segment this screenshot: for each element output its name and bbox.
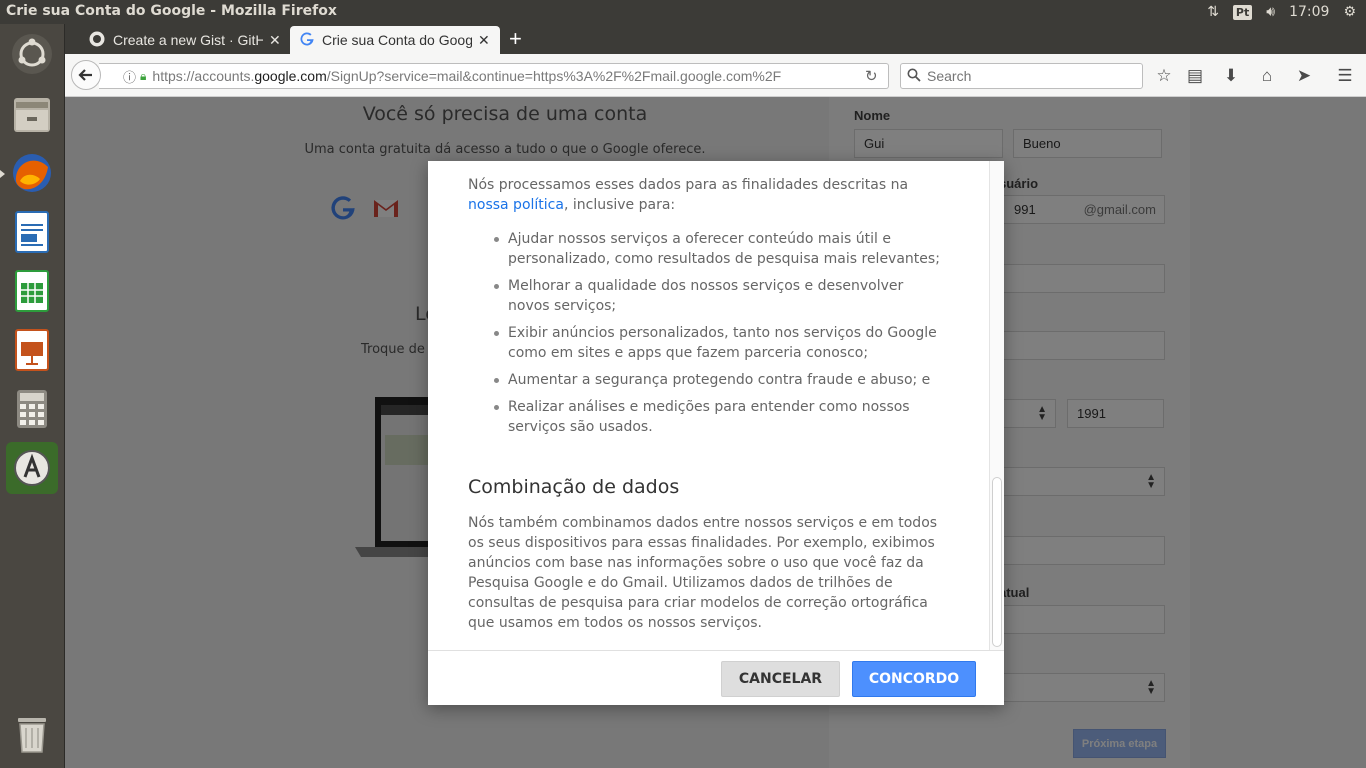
purposes-list: Ajudar nossos serviços a oferecer conteú… (494, 229, 948, 437)
launcher (0, 24, 65, 768)
volume-icon[interactable]: 🔊︎ (1266, 4, 1275, 20)
software-updater-icon[interactable] (6, 442, 58, 494)
impress-icon[interactable] (6, 324, 58, 376)
tab-bar: Create a new Gist · GitHub ✕ Crie sua Co… (65, 24, 1366, 54)
dialog-scroll-content[interactable]: Nós processamos esses dados para as fina… (428, 161, 988, 650)
tab-google-signup[interactable]: Crie sua Conta do Google ✕ (290, 26, 500, 54)
window-title: Crie sua Conta do Google - Mozilla Firef… (6, 3, 337, 19)
downloads-icon[interactable]: ⬇ (1220, 65, 1242, 87)
back-arrow-icon (78, 69, 92, 81)
calculator-icon[interactable] (6, 383, 58, 435)
top-panel: Crie sua Conta do Google - Mozilla Firef… (0, 0, 1366, 24)
reload-icon[interactable]: ↻ (865, 67, 878, 85)
system-tray: ⇅ Pt 🔊︎ 17:09 ⚙︎ (1207, 0, 1366, 24)
close-tab-icon[interactable]: ✕ (478, 32, 490, 49)
privacy-policy-link[interactable]: nossa política (468, 197, 564, 213)
scrollbar-thumb[interactable] (992, 477, 1002, 647)
url-path: /SignUp?service=mail&continue=https%3A%2… (326, 68, 782, 84)
tab-gist[interactable]: Create a new Gist · GitHub ✕ (79, 26, 291, 54)
google-g-icon (300, 31, 314, 49)
info-icon[interactable]: ⓘ (123, 67, 136, 86)
new-tab-button[interactable]: + (509, 28, 522, 50)
reading-list-icon[interactable]: ▤ (1184, 65, 1206, 87)
calc-icon[interactable] (6, 265, 58, 317)
writer-icon[interactable] (6, 206, 58, 258)
list-item: Realizar análises e medições para entend… (494, 397, 948, 437)
list-item: Ajudar nossos serviços a oferecer conteú… (494, 229, 948, 269)
intro-paragraph: Nós processamos esses dados para as fina… (468, 175, 948, 215)
trash-icon[interactable] (6, 708, 58, 760)
section-paragraph: Nós também combinamos dados entre nossos… (468, 515, 938, 631)
search-input[interactable] (927, 68, 1127, 84)
lock-icon[interactable]: 🔒︎ (140, 69, 146, 84)
clock[interactable]: 17:09 (1289, 4, 1329, 20)
page-content: Você só precisa de uma conta Uma conta g… (65, 97, 1366, 768)
dialog-scrollbar[interactable] (989, 161, 1004, 650)
url-domain: google.com (254, 68, 327, 84)
search-icon (907, 68, 921, 85)
tab-gist-label: Create a new Gist · GitHub (113, 32, 263, 48)
github-icon (89, 31, 105, 50)
intro-text: Nós processamos esses dados para as fina… (468, 177, 909, 193)
close-tab-icon[interactable]: ✕ (269, 32, 281, 49)
network-icon[interactable]: ⇅ (1207, 4, 1219, 20)
dialog-footer: CANCELAR CONCORDO (428, 650, 1004, 705)
menu-hamburger-icon[interactable]: ☰ (1334, 65, 1356, 87)
search-bar[interactable] (900, 63, 1143, 89)
list-item: Exibir anúncios personalizados, tanto no… (494, 323, 948, 363)
cancel-button[interactable]: CANCELAR (721, 661, 840, 697)
tab-google-label: Crie sua Conta do Google (322, 32, 472, 48)
url-prefix: https://accounts. (152, 68, 255, 84)
bookmark-star-icon[interactable]: ☆ (1153, 65, 1175, 87)
files-icon[interactable] (6, 88, 58, 140)
intro-text-end: , inclusive para: (563, 197, 676, 213)
list-item: Aumentar a segurança protegendo contra f… (494, 370, 948, 390)
back-button[interactable] (71, 60, 101, 90)
agree-button[interactable]: CONCORDO (852, 661, 976, 697)
list-item: Melhorar a qualidade dos nossos serviços… (494, 276, 948, 316)
section-heading: Combinação de dados (468, 476, 680, 498)
ubuntu-dash-icon[interactable] (6, 28, 58, 80)
pocket-send-icon[interactable]: ➤ (1293, 65, 1315, 87)
firefox-icon[interactable] (6, 147, 58, 199)
home-icon[interactable]: ⌂ (1256, 65, 1278, 87)
url-bar[interactable]: ⓘ 🔒︎ https://accounts. google.com/SignUp?… (99, 63, 889, 89)
privacy-terms-dialog: Nós processamos esses dados para as fina… (428, 161, 1004, 705)
active-app-pip (0, 170, 5, 178)
keyboard-layout-indicator[interactable]: Pt (1232, 4, 1253, 20)
navigation-bar: ⓘ 🔒︎ https://accounts. google.com/SignUp?… (65, 54, 1366, 97)
settings-gear-icon[interactable]: ⚙︎ (1343, 4, 1356, 20)
